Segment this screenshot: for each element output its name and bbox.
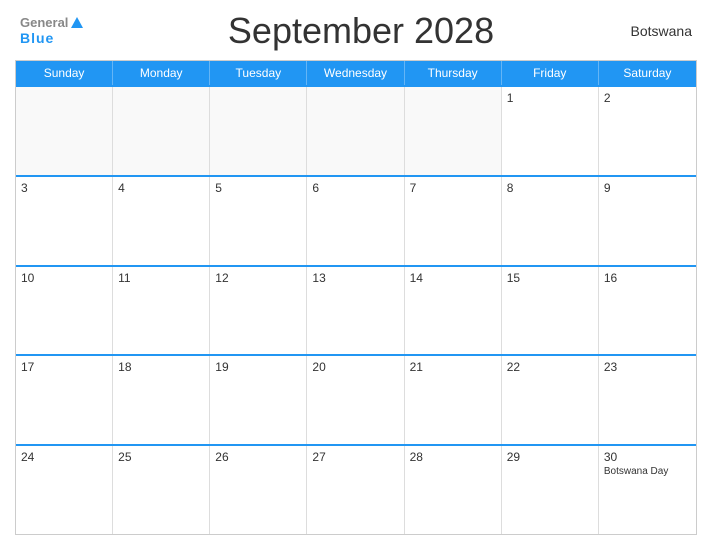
- date-6: 6: [312, 181, 398, 195]
- cell-sep-17: 17: [16, 356, 113, 444]
- cell-sep-9: 9: [599, 177, 696, 265]
- header-thursday: Thursday: [405, 61, 502, 85]
- date-9: 9: [604, 181, 691, 195]
- date-2: 2: [604, 91, 691, 105]
- calendar-body: 1 2 3 4 5 6: [16, 85, 696, 534]
- cell-sep-20: 20: [307, 356, 404, 444]
- date-20: 20: [312, 360, 398, 374]
- event-botswana-day: Botswana Day: [604, 466, 691, 477]
- week-4: 17 18 19 20 21 22 23: [16, 354, 696, 444]
- calendar-grid: Sunday Monday Tuesday Wednesday Thursday…: [15, 60, 697, 535]
- date-10: 10: [21, 271, 107, 285]
- cell-w1-sun: [16, 87, 113, 175]
- date-26: 26: [215, 450, 301, 464]
- header-saturday: Saturday: [599, 61, 696, 85]
- date-25: 25: [118, 450, 204, 464]
- cell-sep-22: 22: [502, 356, 599, 444]
- cell-sep-26: 26: [210, 446, 307, 534]
- date-5: 5: [215, 181, 301, 195]
- cell-sep-29: 29: [502, 446, 599, 534]
- date-13: 13: [312, 271, 398, 285]
- cell-sep-3: 3: [16, 177, 113, 265]
- date-23: 23: [604, 360, 691, 374]
- date-14: 14: [410, 271, 496, 285]
- logo: General Blue: [20, 15, 110, 47]
- cell-sep-23: 23: [599, 356, 696, 444]
- country-label: Botswana: [612, 23, 692, 39]
- calendar-header: General Blue September 2028 Botswana: [15, 10, 697, 52]
- cell-w1-mon: [113, 87, 210, 175]
- date-19: 19: [215, 360, 301, 374]
- date-28: 28: [410, 450, 496, 464]
- date-4: 4: [118, 181, 204, 195]
- date-1: 1: [507, 91, 593, 105]
- header-friday: Friday: [502, 61, 599, 85]
- cell-sep-4: 4: [113, 177, 210, 265]
- date-21: 21: [410, 360, 496, 374]
- date-15: 15: [507, 271, 593, 285]
- logo-general-text: General: [20, 15, 68, 31]
- header-sunday: Sunday: [16, 61, 113, 85]
- cell-sep-30: 30 Botswana Day: [599, 446, 696, 534]
- cell-sep-21: 21: [405, 356, 502, 444]
- header-monday: Monday: [113, 61, 210, 85]
- cell-sep-18: 18: [113, 356, 210, 444]
- cell-w1-thu: [405, 87, 502, 175]
- cell-sep-13: 13: [307, 267, 404, 355]
- cell-sep-19: 19: [210, 356, 307, 444]
- cell-sep-11: 11: [113, 267, 210, 355]
- cell-sep-6: 6: [307, 177, 404, 265]
- cell-w1-wed: [307, 87, 404, 175]
- cell-sep-24: 24: [16, 446, 113, 534]
- cell-sep-16: 16: [599, 267, 696, 355]
- week-3: 10 11 12 13 14 15 16: [16, 265, 696, 355]
- logo-blue-text: Blue: [20, 30, 110, 47]
- cell-sep-5: 5: [210, 177, 307, 265]
- header-wednesday: Wednesday: [307, 61, 404, 85]
- cell-sep-8: 8: [502, 177, 599, 265]
- cell-sep-10: 10: [16, 267, 113, 355]
- date-22: 22: [507, 360, 593, 374]
- cell-sep-12: 12: [210, 267, 307, 355]
- week-1: 1 2: [16, 85, 696, 175]
- calendar-container: General Blue September 2028 Botswana Sun…: [0, 0, 712, 550]
- cell-sep-25: 25: [113, 446, 210, 534]
- cell-sep-2: 2: [599, 87, 696, 175]
- cell-sep-14: 14: [405, 267, 502, 355]
- cell-sep-7: 7: [405, 177, 502, 265]
- cell-sep-28: 28: [405, 446, 502, 534]
- cell-sep-27: 27: [307, 446, 404, 534]
- date-8: 8: [507, 181, 593, 195]
- cell-sep-15: 15: [502, 267, 599, 355]
- header-tuesday: Tuesday: [210, 61, 307, 85]
- month-title: September 2028: [110, 10, 612, 52]
- date-11: 11: [118, 271, 204, 285]
- week-2: 3 4 5 6 7 8 9: [16, 175, 696, 265]
- date-3: 3: [21, 181, 107, 195]
- logo-triangle-icon: [71, 17, 83, 28]
- cell-sep-1: 1: [502, 87, 599, 175]
- date-16: 16: [604, 271, 691, 285]
- date-7: 7: [410, 181, 496, 195]
- day-headers-row: Sunday Monday Tuesday Wednesday Thursday…: [16, 61, 696, 85]
- date-18: 18: [118, 360, 204, 374]
- date-17: 17: [21, 360, 107, 374]
- date-30: 30: [604, 450, 691, 464]
- date-24: 24: [21, 450, 107, 464]
- date-27: 27: [312, 450, 398, 464]
- date-29: 29: [507, 450, 593, 464]
- cell-w1-tue: [210, 87, 307, 175]
- week-5: 24 25 26 27 28 29 30 B: [16, 444, 696, 534]
- date-12: 12: [215, 271, 301, 285]
